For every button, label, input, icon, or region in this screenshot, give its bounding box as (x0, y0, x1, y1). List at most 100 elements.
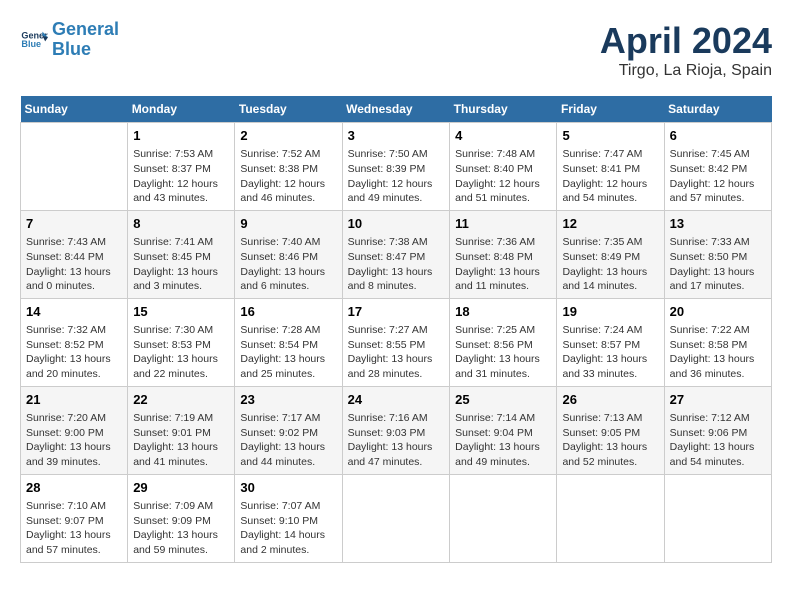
calendar-cell: 30 Sunrise: 7:07 AM Sunset: 9:10 PM Dayli… (235, 474, 342, 562)
day-info: Sunrise: 7:28 AM Sunset: 8:54 PM Dayligh… (240, 323, 336, 382)
calendar-cell (450, 474, 557, 562)
day-info: Sunrise: 7:25 AM Sunset: 8:56 PM Dayligh… (455, 323, 551, 382)
day-number: 19 (562, 303, 658, 321)
day-info: Sunrise: 7:53 AM Sunset: 8:37 PM Dayligh… (133, 147, 229, 206)
calendar-cell: 14 Sunrise: 7:32 AM Sunset: 8:52 PM Dayli… (21, 298, 128, 386)
calendar-cell: 26Sunrise: 7:13 AM Sunset: 9:05 PM Dayli… (557, 386, 664, 474)
day-info: Sunrise: 7:50 AM Sunset: 8:39 PM Dayligh… (348, 147, 445, 206)
day-number: 6 (670, 127, 766, 145)
day-info: Sunrise: 7:32 AM Sunset: 8:52 PM Dayligh… (26, 323, 122, 382)
day-number: 11 (455, 215, 551, 233)
day-number: 16 (240, 303, 336, 321)
day-number: 18 (455, 303, 551, 321)
column-header-sunday: Sunday (21, 96, 128, 123)
day-info: Sunrise: 7:45 AM Sunset: 8:42 PM Dayligh… (670, 147, 766, 206)
day-info: Sunrise: 7:07 AM Sunset: 9:10 PM Dayligh… (240, 499, 336, 558)
day-number: 7 (26, 215, 122, 233)
calendar-cell: 2 Sunrise: 7:52 AM Sunset: 8:38 PM Daylig… (235, 123, 342, 211)
title-block: April 2024 Tirgo, La Rioja, Spain (600, 20, 772, 80)
calendar-cell (664, 474, 771, 562)
day-info: Sunrise: 7:20 AM Sunset: 9:00 PM Dayligh… (26, 411, 122, 470)
day-info: Sunrise: 7:35 AM Sunset: 8:49 PM Dayligh… (562, 235, 658, 294)
calendar-cell: 13Sunrise: 7:33 AM Sunset: 8:50 PM Dayli… (664, 210, 771, 298)
calendar-cell: 20 Sunrise: 7:22 AM Sunset: 8:58 PM Dayli… (664, 298, 771, 386)
day-info: Sunrise: 7:16 AM Sunset: 9:03 PM Dayligh… (348, 411, 445, 470)
calendar-table: SundayMondayTuesdayWednesdayThursdayFrid… (20, 96, 772, 563)
logo: General Blue General Blue (20, 20, 119, 60)
day-info: Sunrise: 7:41 AM Sunset: 8:45 PM Dayligh… (133, 235, 229, 294)
calendar-cell: 17Sunrise: 7:27 AM Sunset: 8:55 PM Dayli… (342, 298, 450, 386)
day-info: Sunrise: 7:38 AM Sunset: 8:47 PM Dayligh… (348, 235, 445, 294)
calendar-cell: 7 Sunrise: 7:43 AM Sunset: 8:44 PM Daylig… (21, 210, 128, 298)
calendar-cell: 28 Sunrise: 7:10 AM Sunset: 9:07 PM Dayli… (21, 474, 128, 562)
day-info: Sunrise: 7:27 AM Sunset: 8:55 PM Dayligh… (348, 323, 445, 382)
calendar-cell: 11 Sunrise: 7:36 AM Sunset: 8:48 PM Dayli… (450, 210, 557, 298)
day-info: Sunrise: 7:10 AM Sunset: 9:07 PM Dayligh… (26, 499, 122, 558)
calendar-cell: 27 Sunrise: 7:12 AM Sunset: 9:06 PM Dayli… (664, 386, 771, 474)
day-number: 20 (670, 303, 766, 321)
day-number: 9 (240, 215, 336, 233)
calendar-cell (557, 474, 664, 562)
day-number: 14 (26, 303, 122, 321)
day-info: Sunrise: 7:36 AM Sunset: 8:48 PM Dayligh… (455, 235, 551, 294)
day-number: 26 (562, 391, 658, 409)
calendar-week-2: 7 Sunrise: 7:43 AM Sunset: 8:44 PM Daylig… (21, 210, 772, 298)
day-number: 8 (133, 215, 229, 233)
day-number: 25 (455, 391, 551, 409)
day-number: 5 (562, 127, 658, 145)
calendar-cell: 29Sunrise: 7:09 AM Sunset: 9:09 PM Dayli… (128, 474, 235, 562)
svg-text:Blue: Blue (21, 39, 41, 49)
day-number: 28 (26, 479, 122, 497)
day-number: 30 (240, 479, 336, 497)
day-info: Sunrise: 7:43 AM Sunset: 8:44 PM Dayligh… (26, 235, 122, 294)
day-info: Sunrise: 7:17 AM Sunset: 9:02 PM Dayligh… (240, 411, 336, 470)
day-number: 10 (348, 215, 445, 233)
day-number: 23 (240, 391, 336, 409)
calendar-week-1: 1 Sunrise: 7:53 AM Sunset: 8:37 PM Daylig… (21, 123, 772, 211)
day-info: Sunrise: 7:24 AM Sunset: 8:57 PM Dayligh… (562, 323, 658, 382)
column-header-wednesday: Wednesday (342, 96, 450, 123)
day-number: 2 (240, 127, 336, 145)
day-number: 24 (348, 391, 445, 409)
calendar-cell: 16 Sunrise: 7:28 AM Sunset: 8:54 PM Dayli… (235, 298, 342, 386)
day-number: 15 (133, 303, 229, 321)
column-header-friday: Friday (557, 96, 664, 123)
logo-line1: General (52, 19, 119, 39)
calendar-cell: 18 Sunrise: 7:25 AM Sunset: 8:56 PM Dayli… (450, 298, 557, 386)
calendar-week-4: 21 Sunrise: 7:20 AM Sunset: 9:00 PM Dayli… (21, 386, 772, 474)
calendar-cell: 8 Sunrise: 7:41 AM Sunset: 8:45 PM Daylig… (128, 210, 235, 298)
day-info: Sunrise: 7:40 AM Sunset: 8:46 PM Dayligh… (240, 235, 336, 294)
day-info: Sunrise: 7:52 AM Sunset: 8:38 PM Dayligh… (240, 147, 336, 206)
calendar-cell (21, 123, 128, 211)
calendar-body: 1 Sunrise: 7:53 AM Sunset: 8:37 PM Daylig… (21, 123, 772, 563)
calendar-cell: 15 Sunrise: 7:30 AM Sunset: 8:53 PM Dayli… (128, 298, 235, 386)
day-number: 13 (670, 215, 766, 233)
calendar-cell: 25Sunrise: 7:14 AM Sunset: 9:04 PM Dayli… (450, 386, 557, 474)
calendar-cell (342, 474, 450, 562)
day-info: Sunrise: 7:30 AM Sunset: 8:53 PM Dayligh… (133, 323, 229, 382)
calendar-cell: 24 Sunrise: 7:16 AM Sunset: 9:03 PM Dayli… (342, 386, 450, 474)
calendar-header-row: SundayMondayTuesdayWednesdayThursdayFrid… (21, 96, 772, 123)
calendar-cell: 21 Sunrise: 7:20 AM Sunset: 9:00 PM Dayli… (21, 386, 128, 474)
day-info: Sunrise: 7:12 AM Sunset: 9:06 PM Dayligh… (670, 411, 766, 470)
day-number: 21 (26, 391, 122, 409)
day-number: 22 (133, 391, 229, 409)
day-number: 4 (455, 127, 551, 145)
column-header-monday: Monday (128, 96, 235, 123)
calendar-cell: 5Sunrise: 7:47 AM Sunset: 8:41 PM Daylig… (557, 123, 664, 211)
column-header-saturday: Saturday (664, 96, 771, 123)
day-number: 27 (670, 391, 766, 409)
calendar-cell: 23 Sunrise: 7:17 AM Sunset: 9:02 PM Dayli… (235, 386, 342, 474)
day-info: Sunrise: 7:19 AM Sunset: 9:01 PM Dayligh… (133, 411, 229, 470)
day-number: 29 (133, 479, 229, 497)
day-info: Sunrise: 7:22 AM Sunset: 8:58 PM Dayligh… (670, 323, 766, 382)
day-number: 1 (133, 127, 229, 145)
calendar-cell: 12 Sunrise: 7:35 AM Sunset: 8:49 PM Dayli… (557, 210, 664, 298)
page-header: General Blue General Blue April 2024 Tir… (20, 20, 772, 80)
month-title: April 2024 (600, 20, 772, 62)
day-number: 12 (562, 215, 658, 233)
calendar-cell: 4Sunrise: 7:48 AM Sunset: 8:40 PM Daylig… (450, 123, 557, 211)
column-header-tuesday: Tuesday (235, 96, 342, 123)
calendar-cell: 19 Sunrise: 7:24 AM Sunset: 8:57 PM Dayli… (557, 298, 664, 386)
calendar-cell: 22 Sunrise: 7:19 AM Sunset: 9:01 PM Dayli… (128, 386, 235, 474)
